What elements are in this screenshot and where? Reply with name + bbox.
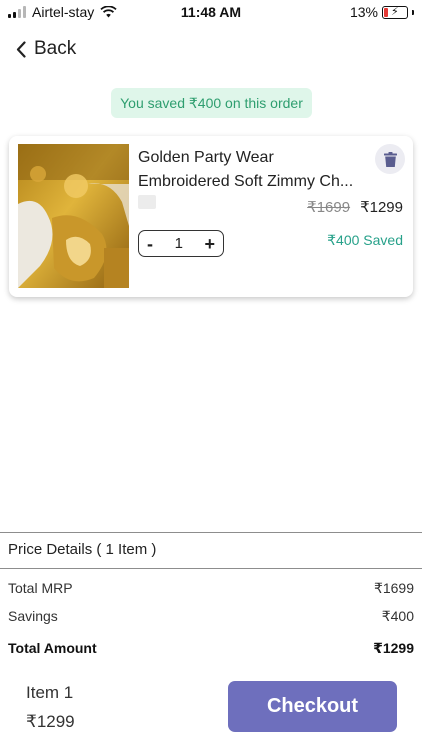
price-details-heading: Price Details ( 1 Item ) (8, 541, 157, 558)
chevron-left-icon (16, 40, 26, 58)
total-mrp-value: ₹1699 (373, 580, 414, 596)
savings-value: ₹400 (381, 608, 414, 624)
savings-label: Savings (8, 608, 58, 624)
trash-icon (383, 151, 397, 167)
divider (0, 568, 422, 569)
total-amount-row: Total Amount ₹1299 (8, 640, 414, 657)
back-button[interactable]: Back (16, 38, 76, 60)
footer-total-price: ₹1299 (26, 712, 75, 731)
quantity-stepper: - 1 + (138, 230, 224, 257)
battery-percent: 13% (349, 4, 378, 20)
remove-item-button[interactable] (375, 144, 405, 174)
mrp-price: ₹1699 (307, 199, 351, 216)
savings-row: Savings ₹400 (8, 608, 414, 625)
cart-item-card: Golden Party Wear Embroidered Soft Zimmy… (9, 136, 413, 297)
total-mrp-row: Total MRP ₹1699 (8, 580, 414, 597)
total-mrp-label: Total MRP (8, 580, 73, 596)
product-title[interactable]: Golden Party Wear Embroidered Soft Zimmy… (138, 146, 368, 194)
increment-button[interactable]: + (204, 235, 215, 253)
savings-banner: You saved ₹400 on this order (111, 88, 312, 118)
status-right: 13% ⚡ (350, 4, 414, 20)
battery-icon: ⚡ (382, 5, 408, 19)
size-chip (138, 195, 156, 209)
divider (0, 532, 422, 533)
total-amount-label: Total Amount (8, 640, 97, 656)
footer-item-count: Item 1 (26, 683, 74, 702)
checkout-button[interactable]: Checkout (228, 681, 397, 732)
total-amount-value: ₹1299 (373, 640, 414, 656)
product-title-line-1: Golden Party Wear (138, 149, 274, 166)
status-bar: Airtel-stay 11:48 AM 13% ⚡ (0, 0, 422, 24)
item-saved-amount: ₹400 Saved (327, 232, 403, 248)
price-group: ₹1699 ₹1299 (307, 198, 403, 216)
product-title-line-2: Embroidered Soft Zimmy Ch... (138, 173, 354, 190)
back-label: Back (34, 38, 77, 59)
sale-price: ₹1299 (360, 199, 403, 216)
product-image[interactable] (18, 144, 129, 288)
quantity-value: 1 (174, 235, 183, 252)
decrement-button[interactable]: - (147, 235, 153, 253)
